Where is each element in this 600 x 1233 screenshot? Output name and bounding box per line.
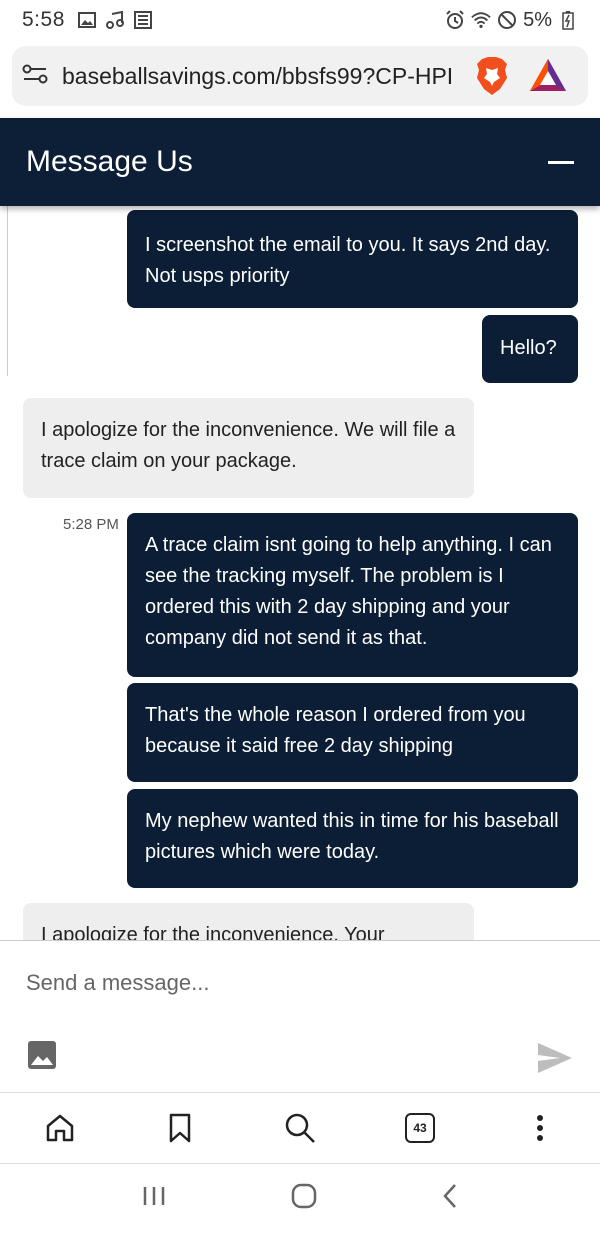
message-input[interactable] (26, 965, 566, 1001)
battery-charging-icon (558, 11, 578, 30)
chat-header: Message Us (0, 118, 600, 206)
chat-message-list[interactable]: I screenshot the email to you. It says 2… (0, 206, 600, 940)
menu-icon[interactable] (516, 1104, 564, 1152)
tabs-button[interactable]: 43 (396, 1104, 444, 1152)
brave-shields-icon[interactable] (474, 56, 510, 96)
alarm-icon (445, 10, 465, 29)
wifi-icon (471, 11, 491, 29)
chat-title: Message Us (26, 145, 193, 178)
message-timestamp: 5:28 PM (63, 516, 119, 533)
app-notification-icon (133, 11, 153, 29)
brave-rewards-icon[interactable] (528, 57, 568, 95)
message-bubble-outgoing: A trace claim isnt going to help anythin… (127, 513, 578, 677)
attach-image-icon[interactable] (26, 1039, 58, 1071)
message-bubble-incoming: I apologize for the inconvenience. Your (23, 903, 474, 940)
message-bubble-outgoing: Hello? (482, 315, 578, 383)
browser-toolbar: 43 (0, 1092, 600, 1164)
status-time: 5:58 (22, 8, 65, 31)
send-icon[interactable] (536, 1041, 574, 1075)
music-notification-icon (105, 11, 125, 29)
message-bubble-outgoing: That's the whole reason I ordered from y… (127, 683, 578, 782)
message-composer (0, 940, 600, 1092)
page-edge-divider (0, 206, 8, 376)
battery-percent: 5% (523, 8, 552, 31)
home-icon[interactable] (36, 1104, 84, 1152)
message-bubble-outgoing: I screenshot the email to you. It says 2… (127, 210, 578, 308)
url-text[interactable]: baseballsavings.com/bbsfs99?CP-HPI (62, 63, 462, 90)
back-icon[interactable] (442, 1183, 458, 1214)
minimize-icon[interactable] (548, 160, 574, 164)
home-button-icon[interactable] (291, 1183, 317, 1214)
address-bar[interactable]: baseballsavings.com/bbsfs99?CP-HPI (12, 46, 588, 106)
status-bar: 5:58 5% (0, 0, 600, 40)
system-navigation-bar (0, 1164, 600, 1233)
search-icon[interactable] (276, 1104, 324, 1152)
do-not-disturb-icon (497, 11, 517, 29)
recent-apps-icon[interactable] (142, 1185, 166, 1212)
message-bubble-outgoing: My nephew wanted this in time for his ba… (127, 789, 578, 888)
message-bubble-incoming: I apologize for the inconvenience. We wi… (23, 398, 474, 498)
tab-count: 43 (405, 1113, 435, 1143)
gallery-notification-icon (77, 11, 97, 29)
bookmark-icon[interactable] (156, 1104, 204, 1152)
site-settings-icon[interactable] (22, 63, 48, 90)
